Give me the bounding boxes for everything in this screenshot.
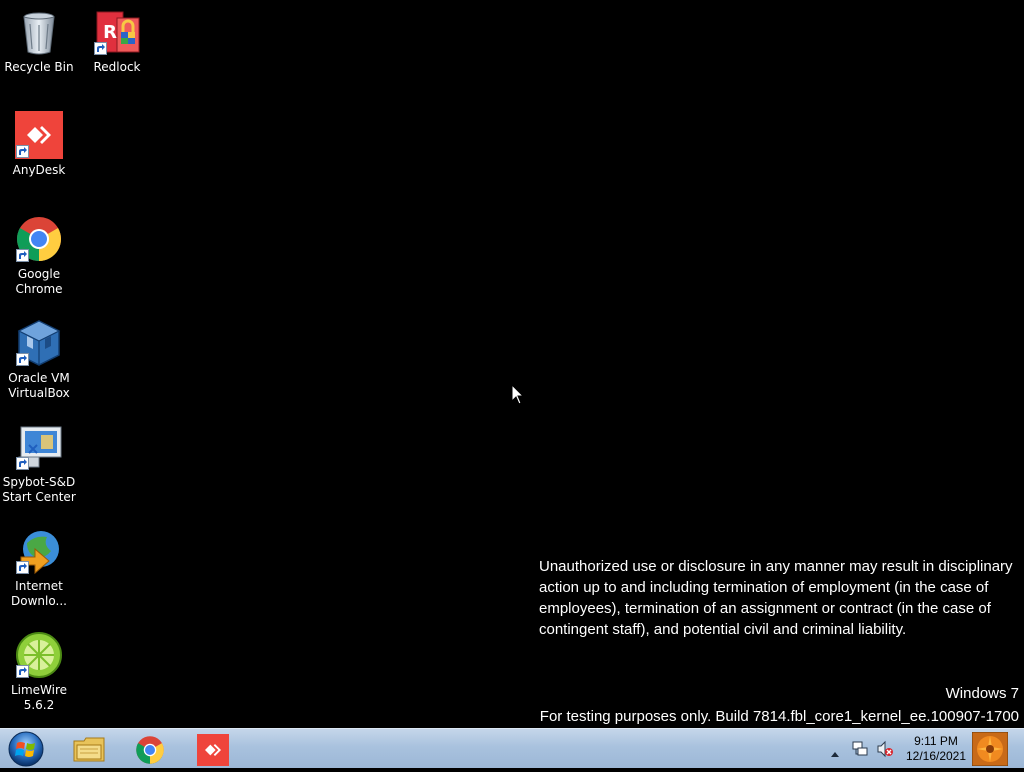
anydesk-icon bbox=[15, 111, 63, 159]
shortcut-arrow-icon bbox=[16, 145, 29, 158]
desktop-icon-virtualbox[interactable]: Oracle VM VirtualBox bbox=[0, 319, 78, 401]
desktop-icon-label: Redlock bbox=[93, 60, 141, 74]
windows-version-watermark: Windows 7 bbox=[945, 685, 1019, 702]
taskbar-file-explorer-button[interactable] bbox=[63, 731, 115, 767]
desktop-icon-internet-download-manager[interactable]: Internet Downlo... bbox=[0, 527, 78, 609]
system-clock[interactable]: 9:11 PM 12/16/2021 bbox=[898, 734, 974, 764]
start-button[interactable] bbox=[6, 730, 46, 768]
chevron-up-icon bbox=[831, 752, 839, 757]
desktop-icon-label: LimeWire 5.6.2 bbox=[10, 683, 68, 712]
anydesk-icon bbox=[197, 734, 229, 770]
file-explorer-icon bbox=[73, 735, 105, 767]
spybot-icon bbox=[15, 423, 63, 471]
shortcut-arrow-icon bbox=[16, 353, 29, 366]
legal-notice: Unauthorized use or disclosure in any ma… bbox=[539, 558, 1013, 638]
clock-date: 12/16/2021 bbox=[905, 749, 967, 763]
shortcut-arrow-icon bbox=[16, 457, 29, 470]
mouse-cursor-icon bbox=[511, 383, 525, 410]
internet-download-manager-icon bbox=[15, 527, 63, 575]
shortcut-arrow-icon bbox=[16, 665, 29, 678]
chrome-icon bbox=[135, 735, 165, 769]
desktop-icon-label: Spybot-S&D Start Center bbox=[2, 475, 76, 504]
recycle-bin-icon bbox=[15, 8, 63, 56]
desktop-icon-anydesk[interactable]: AnyDesk bbox=[0, 111, 78, 178]
show-hidden-icons-button[interactable] bbox=[830, 743, 840, 762]
desktop-icon-google-chrome[interactable]: Google Chrome bbox=[0, 215, 78, 297]
clock-time: 9:11 PM bbox=[914, 734, 958, 748]
taskbar-anydesk-button[interactable] bbox=[187, 731, 239, 767]
desktop-icon-spybot[interactable]: Spybot-S&D Start Center bbox=[0, 423, 78, 505]
desktop-icon-limewire[interactable]: LimeWire 5.6.2 bbox=[0, 631, 78, 713]
desktop-icon-label: Internet Downlo... bbox=[11, 579, 67, 608]
shortcut-arrow-icon bbox=[16, 249, 29, 262]
desktop-icon-redlock[interactable]: R Redlock bbox=[78, 8, 156, 75]
limewire-icon bbox=[15, 631, 63, 679]
chrome-icon bbox=[15, 215, 63, 263]
virtualbox-icon bbox=[15, 319, 63, 367]
build-watermark: For testing purposes only. Build 7814.fb… bbox=[539, 708, 1019, 725]
svg-text:R: R bbox=[103, 22, 117, 43]
redlock-icon: R bbox=[93, 8, 141, 56]
shortcut-arrow-icon bbox=[94, 42, 107, 55]
desktop[interactable]: Recycle Bin R Redlock AnyDesk Google Chr… bbox=[0, 0, 1024, 728]
desktop-icon-label: AnyDesk bbox=[12, 163, 66, 177]
taskbar-chrome-button[interactable] bbox=[125, 731, 177, 767]
user-tile-flower-icon[interactable] bbox=[971, 731, 1009, 767]
desktop-icon-recycle-bin[interactable]: Recycle Bin bbox=[0, 8, 78, 75]
shortcut-arrow-icon bbox=[16, 561, 29, 574]
desktop-icon-label: Google Chrome bbox=[15, 267, 63, 296]
desktop-icon-label: Oracle VM VirtualBox bbox=[8, 371, 70, 400]
volume-muted-icon[interactable] bbox=[876, 740, 894, 762]
desktop-icon-label: Recycle Bin bbox=[4, 60, 74, 74]
taskbar: 9:11 PM 12/16/2021 bbox=[0, 728, 1024, 768]
network-icon[interactable] bbox=[851, 740, 869, 762]
